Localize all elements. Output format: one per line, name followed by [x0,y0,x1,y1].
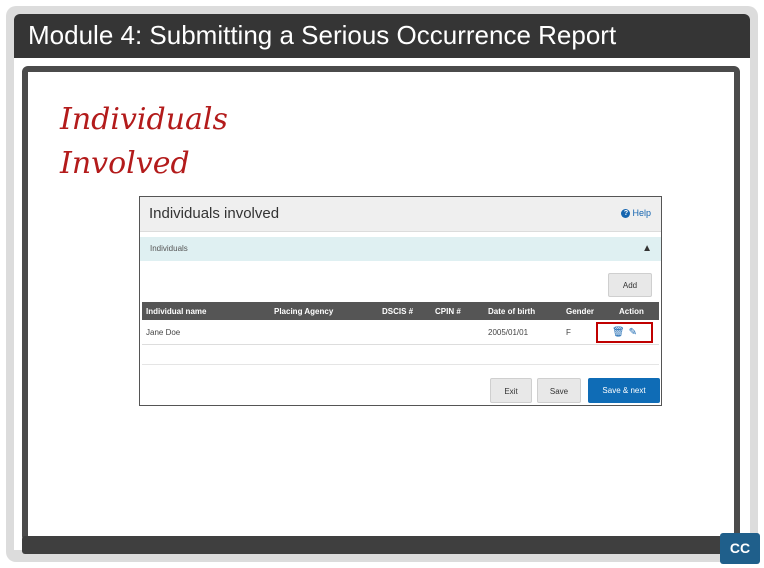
slide-heading-line2: Involved [60,146,190,181]
trash-icon[interactable]: 🗑 [612,327,625,338]
save-and-next-button[interactable]: Save & next [588,378,660,403]
card-title: Individuals involved [149,205,280,222]
cell-cpin [431,320,484,345]
pencil-icon[interactable]: ✎ [629,327,637,338]
module-header: Module 4: Submitting a Serious Occurrenc… [14,14,750,58]
column-header-agency: Placing Agency [270,302,378,320]
column-header-name: Individual name [142,302,270,320]
slide-frame-bottom-bar [22,536,752,554]
add-button[interactable]: Add [608,273,652,297]
chevron-up-icon[interactable]: ▲ [642,243,652,254]
help-link[interactable]: ? Help [621,208,651,218]
closed-captions-button[interactable]: CC [720,533,760,564]
action-highlight-box: 🗑 ✎ [596,322,653,343]
column-header-cpin: CPIN # [431,302,484,320]
help-circle-icon: ? [621,208,631,218]
cell-dob: 2005/01/01 [484,320,562,345]
column-header-dscis: DSCIS # [378,302,431,320]
individuals-section-bar[interactable]: Individuals ▲ [140,237,661,261]
column-header-action: Action [615,302,659,320]
module-title: Module 4: Submitting a Serious Occurrenc… [28,20,617,50]
column-header-dob: Date of birth [484,302,562,320]
table-empty-row [142,352,659,365]
column-header-gender: Gender [562,302,615,320]
card-header: Individuals involved ? Help [140,197,661,232]
help-label: Help [632,208,651,218]
section-label: Individuals [150,244,188,253]
individuals-card: Individuals involved ? Help Individuals … [139,196,662,406]
cell-dscis [378,320,431,345]
individuals-table: Individual name Placing Agency DSCIS # C… [142,302,659,345]
save-button[interactable]: Save [537,378,581,403]
table-row: Jane Doe 2005/01/01 F [142,320,659,345]
cell-agency [270,320,378,345]
slide-heading-line1: Individuals [60,102,228,137]
table-header-row: Individual name Placing Agency DSCIS # C… [142,302,659,320]
exit-button[interactable]: Exit [490,378,532,403]
cell-name: Jane Doe [142,320,270,345]
slide-heading: Individuals Involved [60,98,228,186]
